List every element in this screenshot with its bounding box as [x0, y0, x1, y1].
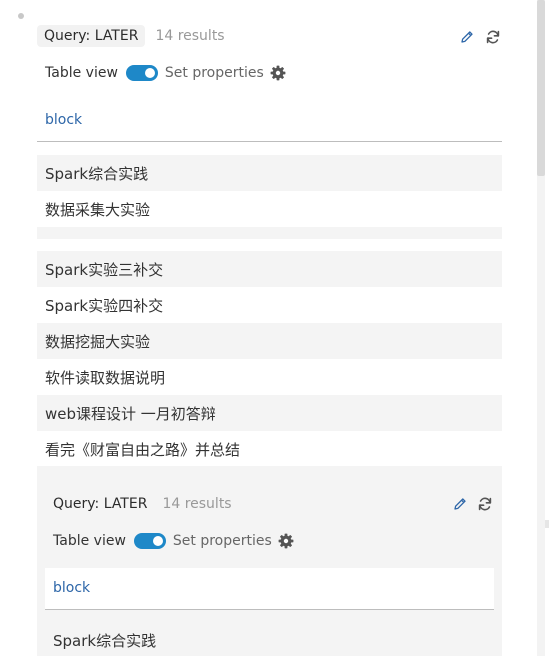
nested-query-header: Query: LATER 14 results: [45, 493, 232, 515]
bullet-dot[interactable]: [18, 13, 24, 19]
column-header-block[interactable]: block: [53, 580, 90, 596]
row-text: 软件读取数据说明: [45, 368, 166, 387]
set-properties-label[interactable]: Set properties: [165, 65, 264, 81]
toggle-knob: [144, 68, 155, 78]
nested-column-header[interactable]: block: [45, 568, 494, 610]
edge-marker: [545, 520, 549, 528]
nested-query-controls: Table view Set properties: [53, 532, 295, 550]
table-row[interactable]: 软件读取数据说明: [37, 359, 502, 395]
table-row[interactable]: 数据采集大实验: [37, 191, 502, 227]
row-text: Spark综合实践: [53, 631, 157, 650]
row-text: 看完《财富自由之路》并总结: [45, 440, 241, 459]
nested-table-row[interactable]: Spark综合实践: [45, 623, 494, 657]
table-row-empty[interactable]: [37, 227, 502, 239]
nested-query-title[interactable]: Query: LATER: [45, 493, 154, 515]
edit-icon[interactable]: [451, 495, 469, 513]
table-view-label: Table view: [53, 533, 126, 549]
row-text: Spark实验四补交: [45, 296, 164, 315]
table-view-label: Table view: [45, 65, 118, 81]
table-row[interactable]: 数据挖掘大实验: [37, 323, 502, 359]
column-header-block[interactable]: block: [45, 112, 82, 128]
row-text: 数据挖掘大实验: [45, 332, 151, 351]
row-text: Spark综合实践: [45, 164, 149, 183]
table-row[interactable]: Spark实验四补交: [37, 287, 502, 323]
row-text: web课程设计 一月初答辩: [45, 404, 216, 423]
table-view-toggle[interactable]: [125, 65, 158, 81]
table-row[interactable]: Spark综合实践: [37, 155, 502, 191]
toggle-knob: [152, 536, 163, 546]
refresh-icon[interactable]: [484, 28, 502, 46]
row-text: Spark实验三补交: [45, 260, 164, 279]
set-properties-label[interactable]: Set properties: [173, 533, 272, 549]
table-row[interactable]: Spark实验三补交: [37, 251, 502, 287]
query-result-count: 14 results: [155, 28, 225, 44]
nested-query-result-count: 14 results: [162, 496, 232, 512]
gear-icon[interactable]: [277, 532, 295, 550]
table-view-toggle[interactable]: [133, 533, 166, 549]
gear-icon[interactable]: [269, 64, 287, 82]
nested-query-block: Query: LATER 14 results Table view Set p…: [37, 466, 502, 656]
scrollbar[interactable]: [537, 0, 545, 656]
scroll-thumb[interactable]: [537, 0, 545, 176]
query-controls: Table view Set properties: [45, 64, 287, 82]
refresh-icon[interactable]: [476, 495, 494, 513]
query-title[interactable]: Query: LATER: [37, 25, 146, 47]
query-header: Query: LATER 14 results: [37, 25, 225, 47]
row-text: 数据采集大实验: [45, 200, 151, 219]
column-header[interactable]: block: [37, 100, 502, 142]
table-row[interactable]: web课程设计 一月初答辩: [37, 395, 502, 431]
table-row[interactable]: 看完《财富自由之路》并总结: [37, 431, 502, 467]
edit-icon[interactable]: [458, 28, 476, 46]
